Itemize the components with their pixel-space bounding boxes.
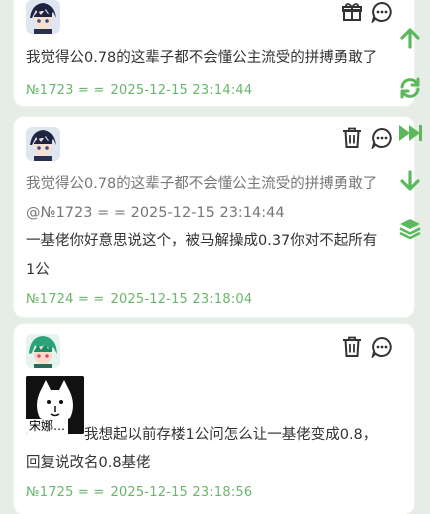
post-time: 2025-12-15 23:18:04 [110,292,253,307]
post-meta: №1724 = = 2025-12-15 23:18:04 [26,292,252,307]
gift-icon[interactable] [342,2,362,22]
avatar[interactable] [26,127,60,161]
post-body: 我觉得公0.78的这辈子都不会懂公主流受的拼搏勇敢了 [26,50,378,66]
comment-icon[interactable] [371,336,393,358]
post-id[interactable]: №1724 = = [26,292,104,307]
post-meta: №1723 = = 2025-12-15 23:14:44 [26,83,252,98]
post-time: 2025-12-15 23:18:56 [110,485,253,500]
quoted-post-meta[interactable]: @№1723 = = 2025-12-15 23:14:44 [26,203,386,223]
post-body-line: 1公 [26,262,50,278]
trash-icon[interactable] [342,127,362,149]
post-card: 宋娜… 我想起以前存楼1公问怎么让一基佬变成0.8， 回复说改名0.8基佬 №1… [14,324,414,514]
quoted-post-body: 我觉得公0.78的这辈子都不会懂公主流受的拼搏勇敢了 [26,176,378,192]
refresh-icon[interactable] [396,74,424,102]
sticker-image[interactable]: 宋娜… [26,376,84,434]
post-card: 我觉得公0.78的这辈子都不会懂公主流受的拼搏勇敢了 №1723 = = 2025… [14,0,414,106]
post-id[interactable]: №1725 = = [26,485,104,500]
comment-icon[interactable] [371,127,393,149]
post-time: 2025-12-15 23:14:44 [110,83,253,98]
avatar[interactable] [26,334,60,368]
layers-icon[interactable] [396,215,424,243]
post-id[interactable]: №1723 = = [26,83,104,98]
post-card: 我觉得公0.78的这辈子都不会懂公主流受的拼搏勇敢了 @№1723 = = 20… [14,117,414,317]
arrow-down-icon[interactable] [396,167,424,195]
avatar[interactable] [26,0,60,34]
comment-icon[interactable] [371,1,393,23]
trash-icon[interactable] [342,336,362,358]
arrow-up-icon[interactable] [396,24,424,52]
sticker-caption: 宋娜… [26,419,69,434]
post-body-line: 我想起以前存楼1公问怎么让一基佬变成0.8， [84,427,378,443]
post-meta: №1725 = = 2025-12-15 23:18:56 [26,485,252,500]
post-body-line: 一基佬你好意思说这个，被马解操成0.37你对不起所有 [26,233,378,249]
fast-forward-icon[interactable] [396,119,424,147]
post-body-line: 回复说改名0.8基佬 [26,455,151,471]
